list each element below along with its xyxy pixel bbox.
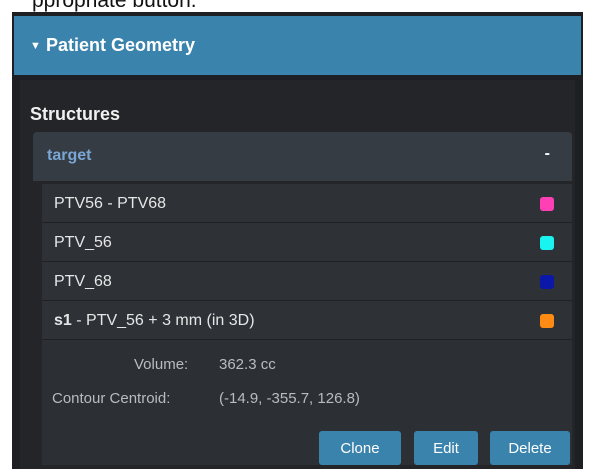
panel-title: Patient Geometry — [46, 35, 196, 55]
cut-off-text: ppropriate button. — [32, 0, 197, 12]
structure-row-ptv-56[interactable]: PTV_56 — [42, 223, 572, 262]
delete-button[interactable]: Delete — [490, 431, 570, 465]
structure-group-header[interactable]: target - — [33, 132, 572, 181]
volume-label: Volume: — [134, 356, 189, 373]
panel-header[interactable]: ▼ Patient Geometry — [14, 16, 581, 75]
structure-label: PTV_56 — [54, 234, 112, 251]
structure-list: PTV56 - PTV68 PTV_56 PTV_68 s1 - PTV_56 … — [42, 184, 572, 465]
cut-off-instruction-text: ppropriate button. — [0, 0, 593, 12]
patient-geometry-panel: ▼ Patient Geometry Structures target - P… — [12, 12, 583, 469]
caret-down-icon[interactable]: ▼ — [14, 40, 44, 52]
structures-heading: Structures — [30, 104, 121, 124]
group-label[interactable]: target — [47, 147, 91, 165]
volume-value: 362.3 cc — [219, 356, 276, 373]
color-swatch[interactable] — [540, 275, 554, 289]
clone-button[interactable]: Clone — [319, 431, 401, 465]
structure-row-ptv56-ptv68[interactable]: PTV56 - PTV68 — [42, 184, 572, 223]
centroid-value: (-14.9, -355.7, 126.8) — [219, 390, 360, 407]
structure-label: PTV_68 — [54, 273, 112, 290]
edit-button[interactable]: Edit — [414, 431, 478, 465]
structure-row-s1[interactable]: s1 - PTV_56 + 3 mm (in 3D) — [42, 301, 572, 340]
panel-body: Structures target - PTV56 - PTV68 PTV_56… — [20, 80, 575, 469]
color-swatch[interactable] — [540, 314, 554, 328]
centroid-label: Contour Centroid: — [52, 390, 171, 407]
color-swatch[interactable] — [540, 197, 554, 211]
structure-label: s1 - PTV_56 + 3 mm (in 3D) — [54, 312, 255, 329]
color-swatch[interactable] — [540, 236, 554, 250]
structure-details: Volume: 362.3 cc Contour Centroid: (-14.… — [42, 340, 572, 465]
structure-row-ptv-68[interactable]: PTV_68 — [42, 262, 572, 301]
structure-label: PTV56 - PTV68 — [54, 195, 167, 212]
collapse-toggle[interactable]: - — [545, 145, 550, 163]
